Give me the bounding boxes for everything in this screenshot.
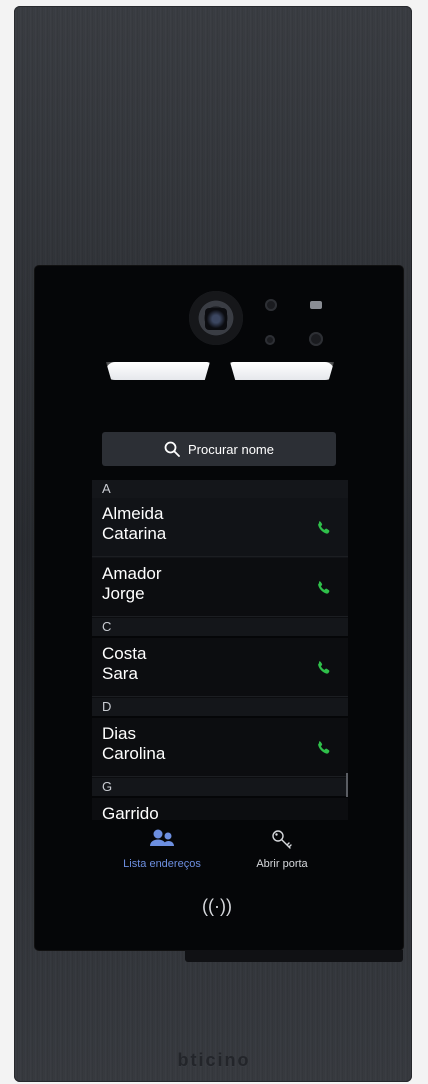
contacts-icon bbox=[150, 829, 174, 846]
tab-address-list[interactable]: Lista endereços bbox=[112, 828, 212, 870]
phone-icon[interactable] bbox=[316, 660, 332, 676]
phone-icon[interactable] bbox=[316, 740, 332, 756]
list-item[interactable]: Amador Jorge bbox=[92, 558, 348, 618]
divider bbox=[92, 696, 348, 697]
contact-name: Costa Sara bbox=[102, 644, 147, 683]
led-light-left bbox=[106, 362, 210, 380]
section-header: A bbox=[92, 480, 348, 498]
contact-list[interactable]: A Almeida Catarina Amador Jorge C Costa … bbox=[92, 480, 348, 820]
search-icon bbox=[164, 441, 180, 457]
list-item[interactable]: Almeida Catarina bbox=[92, 498, 348, 558]
contact-name: Garrido bbox=[102, 804, 159, 820]
nfc-icon: ((·)) bbox=[202, 896, 232, 916]
contact-name: Almeida Catarina bbox=[102, 504, 167, 543]
phone-icon[interactable] bbox=[316, 580, 332, 596]
section-header: C bbox=[92, 618, 348, 636]
tab-label: Lista endereços bbox=[123, 858, 201, 870]
list-item[interactable]: Dias Carolina bbox=[92, 718, 348, 778]
camera-lens-icon bbox=[205, 308, 227, 330]
scrollbar[interactable] bbox=[346, 773, 348, 797]
list-item[interactable]: Garrido bbox=[92, 798, 348, 820]
sensor-icon bbox=[265, 299, 277, 311]
contact-name: Dias Carolina bbox=[102, 724, 166, 763]
section-header: G bbox=[92, 778, 348, 796]
search-label: Procurar nome bbox=[188, 441, 274, 457]
microphone-icon bbox=[309, 332, 323, 346]
divider bbox=[92, 776, 348, 777]
brand-logo: bticino bbox=[177, 1050, 251, 1070]
key-icon bbox=[272, 830, 292, 849]
panel-lip bbox=[185, 950, 403, 962]
indicator-icon bbox=[310, 301, 322, 309]
tab-open-door[interactable]: Abrir porta bbox=[232, 828, 332, 870]
list-item[interactable]: Costa Sara bbox=[92, 638, 348, 698]
divider bbox=[92, 616, 348, 617]
led-light-right bbox=[230, 362, 334, 380]
tab-label: Abrir porta bbox=[256, 858, 308, 870]
phone-icon[interactable] bbox=[316, 520, 332, 536]
divider bbox=[92, 556, 348, 557]
section-header: D bbox=[92, 698, 348, 716]
sensor-icon bbox=[265, 335, 275, 345]
search-button[interactable]: Procurar nome bbox=[102, 432, 336, 466]
contact-name: Amador Jorge bbox=[102, 564, 162, 603]
